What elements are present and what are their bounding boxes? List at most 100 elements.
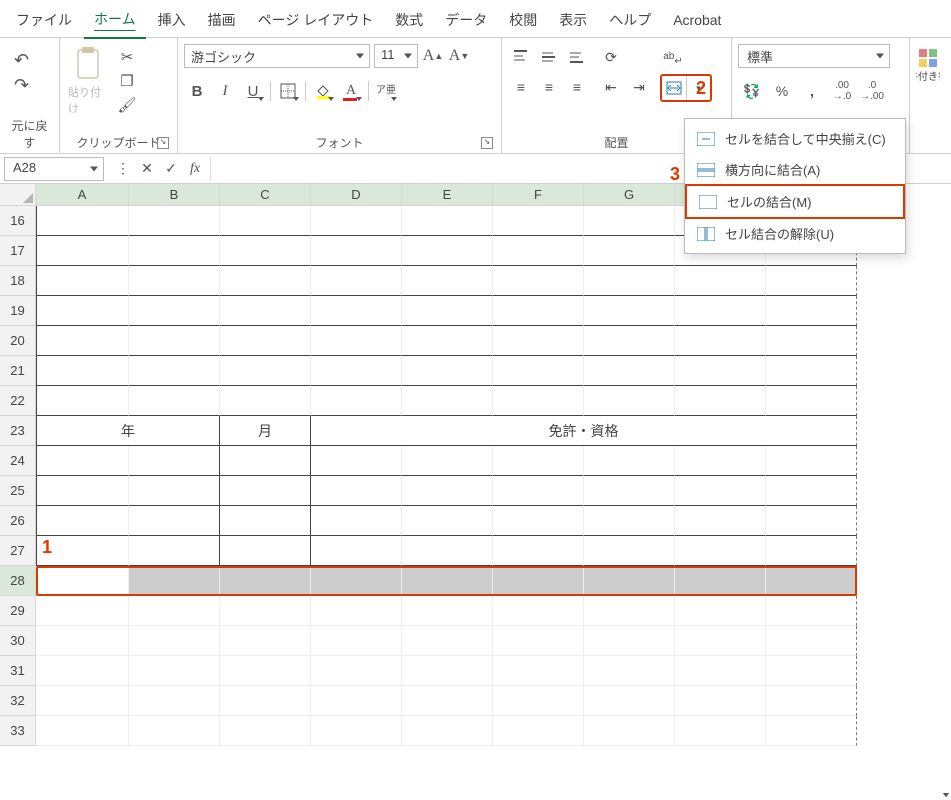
cell[interactable] — [584, 656, 675, 686]
cell[interactable] — [129, 536, 220, 566]
menu-data[interactable]: データ — [435, 4, 497, 38]
align-bottom-button[interactable] — [564, 44, 590, 70]
cell[interactable] — [220, 506, 311, 536]
cell[interactable] — [584, 296, 675, 326]
row-header[interactable]: 18 — [0, 266, 36, 296]
cell[interactable] — [675, 326, 766, 356]
cell[interactable] — [584, 506, 675, 536]
cell[interactable] — [402, 236, 493, 266]
row-header[interactable]: 33 — [0, 716, 36, 746]
format-painter-button[interactable]: 🖌 — [114, 94, 140, 116]
cell[interactable] — [311, 716, 402, 746]
cell[interactable] — [584, 626, 675, 656]
cell[interactable] — [493, 236, 584, 266]
bold-button[interactable]: B — [184, 78, 210, 104]
cell[interactable] — [129, 716, 220, 746]
cell[interactable] — [766, 656, 857, 686]
cell[interactable] — [129, 446, 220, 476]
cell[interactable] — [129, 326, 220, 356]
cell[interactable] — [766, 296, 857, 326]
cell[interactable] — [402, 356, 493, 386]
cell[interactable] — [493, 686, 584, 716]
cell[interactable] — [402, 536, 493, 566]
column-header[interactable]: F — [493, 184, 584, 206]
row-header[interactable]: 19 — [0, 296, 36, 326]
cell[interactable] — [766, 506, 857, 536]
number-format-select[interactable]: 標準 — [738, 44, 890, 68]
cell[interactable] — [675, 446, 766, 476]
cell[interactable] — [129, 506, 220, 536]
cell[interactable]: 年 — [36, 416, 220, 446]
row-header[interactable]: 16 — [0, 206, 36, 236]
cell[interactable] — [766, 446, 857, 476]
cell[interactable] — [402, 656, 493, 686]
enter-formula-button[interactable]: ✓ — [160, 158, 182, 180]
cell[interactable] — [766, 626, 857, 656]
menu-view[interactable]: 表示 — [549, 4, 597, 38]
undo-button[interactable]: ↶ — [8, 50, 35, 71]
cell[interactable] — [766, 566, 857, 596]
column-header[interactable]: G — [584, 184, 675, 206]
cell[interactable] — [493, 446, 584, 476]
cell[interactable] — [220, 566, 311, 596]
align-middle-button[interactable] — [536, 44, 562, 70]
cell[interactable] — [402, 686, 493, 716]
cell[interactable] — [402, 626, 493, 656]
cell[interactable] — [402, 596, 493, 626]
cell[interactable] — [584, 326, 675, 356]
cell[interactable] — [36, 506, 129, 536]
cell[interactable] — [766, 266, 857, 296]
cell[interactable] — [220, 296, 311, 326]
clipboard-dialog-launcher[interactable]: ↘ — [157, 137, 169, 149]
fill-color-button[interactable] — [310, 78, 336, 104]
column-header[interactable]: E — [402, 184, 493, 206]
cell[interactable] — [584, 356, 675, 386]
increase-decimal-button[interactable]: .00→.0 — [828, 78, 856, 104]
cell[interactable] — [129, 596, 220, 626]
row-header[interactable]: 24 — [0, 446, 36, 476]
cell[interactable] — [36, 566, 129, 596]
cell[interactable] — [129, 656, 220, 686]
menu-insert[interactable]: 挿入 — [148, 4, 196, 38]
menu-review[interactable]: 校閲 — [499, 4, 547, 38]
cell[interactable] — [36, 356, 129, 386]
row-header[interactable]: 31 — [0, 656, 36, 686]
menu-home[interactable]: ホーム — [84, 3, 146, 39]
cell[interactable] — [766, 476, 857, 506]
cell[interactable] — [311, 266, 402, 296]
cell[interactable] — [402, 476, 493, 506]
cell[interactable] — [584, 716, 675, 746]
cell[interactable] — [129, 206, 220, 236]
conditional-format-button[interactable]: 条件付き書式 — [916, 44, 940, 87]
cell[interactable] — [675, 356, 766, 386]
row-header[interactable]: 22 — [0, 386, 36, 416]
cell[interactable] — [493, 596, 584, 626]
row-header[interactable]: 20 — [0, 326, 36, 356]
paste-button[interactable]: 貼り付け — [66, 44, 110, 118]
cell[interactable] — [766, 686, 857, 716]
name-box[interactable]: A28 — [4, 157, 104, 181]
cell[interactable] — [311, 356, 402, 386]
row-header[interactable]: 17 — [0, 236, 36, 266]
cell[interactable] — [584, 386, 675, 416]
column-header[interactable]: D — [311, 184, 402, 206]
cell[interactable] — [36, 596, 129, 626]
cell[interactable] — [675, 626, 766, 656]
cell[interactable] — [675, 716, 766, 746]
cell[interactable] — [402, 716, 493, 746]
cell[interactable] — [675, 296, 766, 326]
cell[interactable] — [675, 266, 766, 296]
cell[interactable] — [493, 656, 584, 686]
cell[interactable] — [402, 566, 493, 596]
increase-font-button[interactable]: A▲ — [422, 45, 444, 67]
border-button[interactable] — [275, 78, 301, 104]
cell[interactable] — [584, 596, 675, 626]
cell[interactable] — [220, 236, 311, 266]
copy-button[interactable]: ❐ — [114, 70, 140, 92]
cell[interactable] — [493, 716, 584, 746]
cell[interactable] — [129, 686, 220, 716]
wrap-text-button[interactable]: ab↵ — [660, 44, 686, 70]
spreadsheet-grid[interactable]: ABCDEFGHI1617181920212223年月免許・資格24252627… — [0, 184, 951, 746]
cell[interactable] — [220, 596, 311, 626]
font-size-select[interactable]: 11 — [374, 44, 418, 68]
